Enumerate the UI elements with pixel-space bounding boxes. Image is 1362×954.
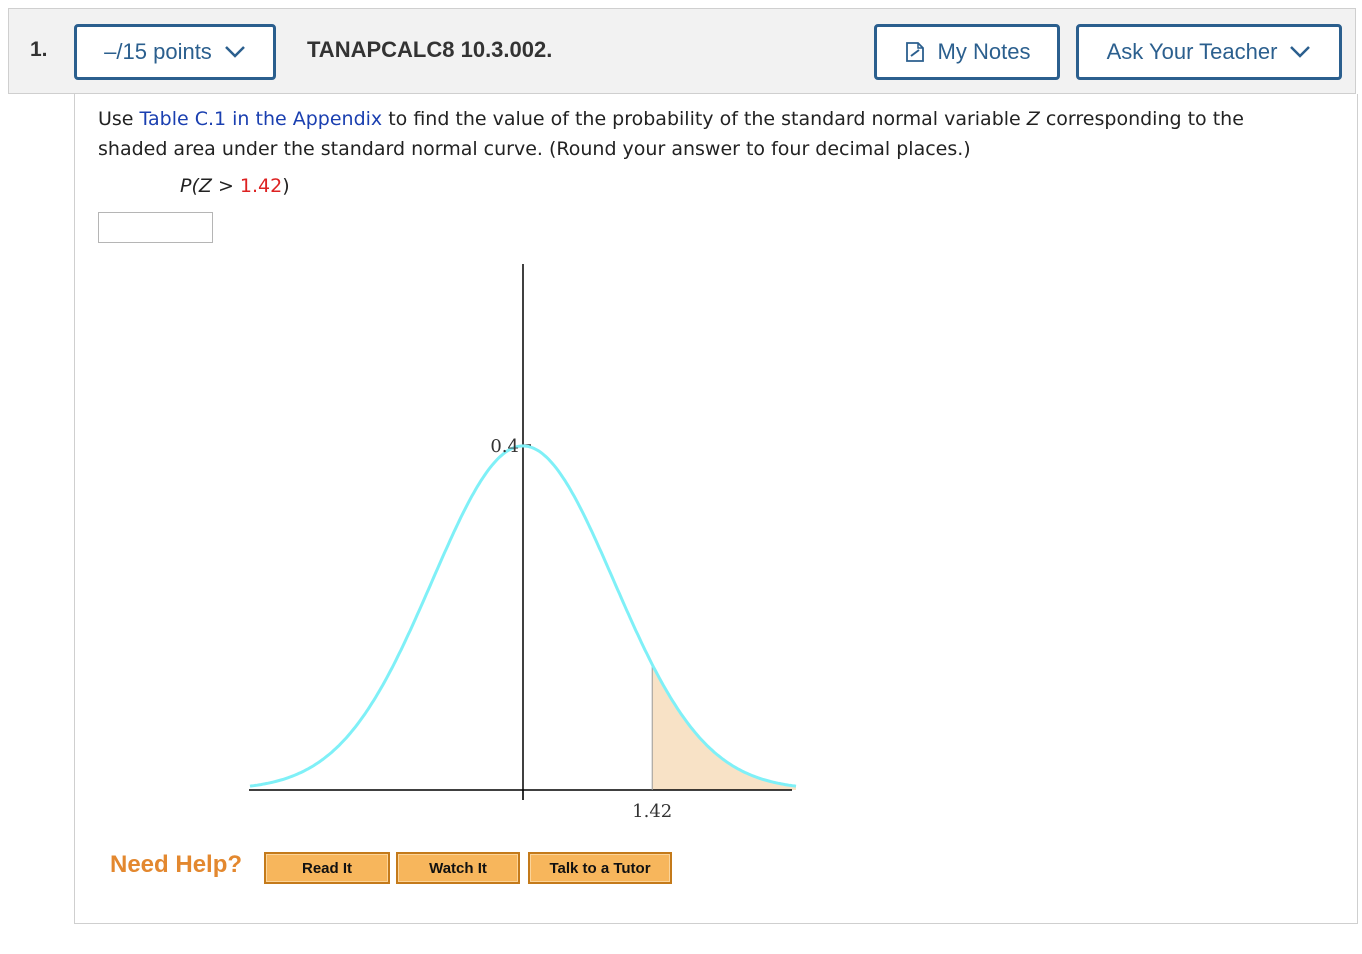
x-tick-label: 1.42 xyxy=(632,801,672,822)
talk-to-tutor-button[interactable]: Talk to a Tutor xyxy=(528,852,672,884)
normal-curve-chart: 0.4 1.42 xyxy=(249,264,797,822)
need-help-label: Need Help? xyxy=(110,851,243,878)
read-it-button[interactable]: Read It xyxy=(264,852,390,884)
shaded-area xyxy=(652,664,796,790)
y-tick-label: 0.4 xyxy=(490,436,519,457)
watch-it-button[interactable]: Watch It xyxy=(396,852,520,884)
